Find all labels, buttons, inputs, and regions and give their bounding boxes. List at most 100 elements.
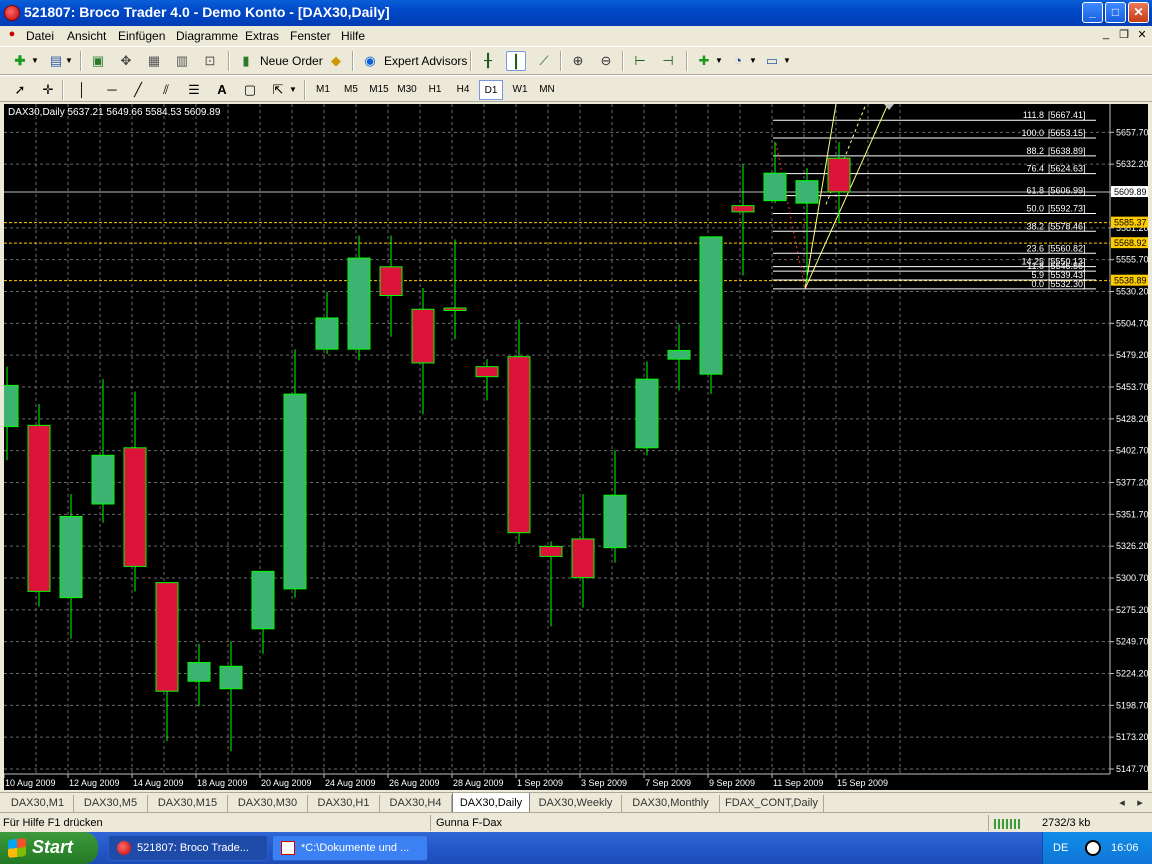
candle-body xyxy=(347,257,371,350)
fibonacci-icon[interactable]: ☰ xyxy=(184,80,204,100)
minimize-button[interactable]: _ xyxy=(1082,2,1103,23)
mdi-close-icon[interactable]: ✕ xyxy=(1134,28,1150,43)
menu-hilfe[interactable]: Hilfe xyxy=(341,29,365,43)
new-chart-icon[interactable]: ✚ xyxy=(10,51,30,71)
menu-datei[interactable]: Datei xyxy=(26,29,54,43)
expert-advisors-button[interactable]: Expert Advisors xyxy=(384,54,467,68)
data-window-icon[interactable]: ⊡ xyxy=(200,51,220,71)
templates-icon[interactable]: ▭ xyxy=(762,51,782,71)
crosshair-icon[interactable]: ✛ xyxy=(38,80,58,100)
task-editor[interactable]: *C:\Dokumente und ... xyxy=(272,835,428,861)
mdi-restore-icon[interactable]: ❐ xyxy=(1116,28,1132,43)
label-icon[interactable]: ▢ xyxy=(240,80,260,100)
tab-dax30-h1[interactable]: DAX30,H1 xyxy=(308,795,380,812)
channel-icon[interactable]: ⫽ xyxy=(156,80,176,100)
menu-diagramme[interactable]: Diagramme xyxy=(176,29,238,43)
menu-einfuegen[interactable]: Einfügen xyxy=(118,29,165,43)
tab-dax30-m1[interactable]: DAX30,M1 xyxy=(2,795,74,812)
document-icon xyxy=(281,841,295,855)
tab-dax30-monthly[interactable]: DAX30,Monthly xyxy=(622,795,720,812)
chevron-down-icon[interactable]: ▼ xyxy=(782,51,792,71)
profiles-icon[interactable]: ▤ xyxy=(46,51,66,71)
chart-window[interactable]: 111.8 [5667.41] 100.0 [5653.15] 88.2 [5638.89… xyxy=(4,104,1148,790)
timeframe-m5[interactable]: M5 xyxy=(340,80,362,100)
candle-body xyxy=(731,205,755,213)
market-watch-icon[interactable]: ▣ xyxy=(88,51,108,71)
price-marker-label: 5568.92 xyxy=(1114,238,1147,248)
trend-lines xyxy=(775,104,894,290)
start-label: Start xyxy=(32,837,74,857)
chart-shift-icon[interactable]: ⊣ xyxy=(658,51,678,71)
terminal-icon[interactable]: ▦ xyxy=(144,51,164,71)
tab-dax30-h4[interactable]: DAX30,H4 xyxy=(380,795,452,812)
line-chart-icon[interactable]: ⟋ xyxy=(534,51,554,71)
tab-dax30-m5[interactable]: DAX30,M5 xyxy=(74,795,148,812)
candle xyxy=(283,349,307,598)
timeframe-m15[interactable]: M15 xyxy=(366,80,392,100)
text-icon[interactable]: A xyxy=(212,80,232,100)
chevron-down-icon[interactable]: ▼ xyxy=(288,80,298,100)
auto-scroll-icon[interactable]: ⊢ xyxy=(630,51,650,71)
tab-scroll-left-icon[interactable]: ◂ xyxy=(1114,795,1130,812)
tab-fdax-cont-daily[interactable]: FDAX_CONT,Daily xyxy=(720,795,824,812)
periods-icon[interactable]: ◔ xyxy=(728,51,748,71)
arrows-icon[interactable]: ⇱ xyxy=(268,80,288,100)
timeframe-mn[interactable]: MN xyxy=(534,80,560,100)
chevron-down-icon[interactable]: ▼ xyxy=(64,51,74,71)
new-order-button[interactable]: Neue Order xyxy=(260,54,323,68)
navigator-icon[interactable]: ✥ xyxy=(116,51,136,71)
horizontal-line-icon[interactable]: ─ xyxy=(102,80,122,100)
candlestick-icon[interactable]: ┃ xyxy=(506,51,526,71)
chevron-down-icon[interactable]: ▼ xyxy=(714,51,724,71)
candle-body xyxy=(475,366,499,378)
tester-icon[interactable]: ▥ xyxy=(172,51,192,71)
warning-icon[interactable]: ◆ xyxy=(326,51,346,71)
tab-dax30-daily[interactable]: DAX30,Daily xyxy=(452,793,530,813)
language-indicator[interactable]: DE xyxy=(1053,842,1068,854)
price-label: 5326.20 xyxy=(1116,541,1148,551)
toolbar-separator xyxy=(622,51,624,71)
timeframe-m30[interactable]: M30 xyxy=(394,80,420,100)
candlestick-chart[interactable]: 111.8 [5667.41] 100.0 [5653.15] 88.2 [5638.89… xyxy=(4,104,1148,790)
mdi-minimize-icon[interactable]: _ xyxy=(1098,28,1114,43)
price-marker-label: 5538.89 xyxy=(1114,276,1147,286)
expert-advisors-icon[interactable]: ◉ xyxy=(360,51,380,71)
trendline-icon[interactable]: ╱ xyxy=(128,80,148,100)
chevron-down-icon[interactable]: ▼ xyxy=(30,51,40,71)
bar-chart-icon[interactable]: ╂ xyxy=(478,51,498,71)
timeframe-m1[interactable]: M1 xyxy=(312,80,334,100)
timeframe-d1[interactable]: D1 xyxy=(479,80,503,100)
date-label: 7 Sep 2009 xyxy=(645,778,691,788)
fib-level-label: 76.4 xyxy=(1026,164,1044,174)
new-order-icon[interactable]: ▮ xyxy=(236,51,256,71)
close-button[interactable]: ✕ xyxy=(1128,2,1149,23)
task-label: 521807: Broco Trade... xyxy=(137,842,249,854)
task-broco-trader[interactable]: 521807: Broco Trade... xyxy=(108,835,268,861)
price-label: 5275.20 xyxy=(1116,605,1148,615)
zoom-in-icon[interactable]: ⊕ xyxy=(568,51,588,71)
tab-scroll-right-icon[interactable]: ▸ xyxy=(1132,795,1148,812)
maximize-button[interactable]: □ xyxy=(1105,2,1126,23)
start-button[interactable]: Start xyxy=(0,832,98,864)
panda-icon[interactable] xyxy=(1085,840,1101,856)
timeframe-w1[interactable]: W1 xyxy=(508,80,532,100)
cursor-icon[interactable]: ➚ xyxy=(10,80,30,100)
zoom-out-icon[interactable]: ⊖ xyxy=(596,51,616,71)
timeframe-h4[interactable]: H4 xyxy=(452,80,474,100)
tab-dax30-m30[interactable]: DAX30,M30 xyxy=(228,795,308,812)
document-icon[interactable]: ● xyxy=(4,28,20,43)
tab-dax30-weekly[interactable]: DAX30,Weekly xyxy=(530,795,622,812)
timeframe-h1[interactable]: H1 xyxy=(424,80,446,100)
vertical-line-icon[interactable]: │ xyxy=(72,80,92,100)
candle xyxy=(603,450,627,563)
chevron-down-icon[interactable]: ▼ xyxy=(748,51,758,71)
fib-level-label: 88.2 xyxy=(1026,146,1044,156)
candle xyxy=(411,288,435,415)
fibonacci-retracement: 111.8 [5667.41] 100.0 [5653.15] 88.2 [5638.89… xyxy=(773,110,1096,290)
candle-body xyxy=(187,662,211,682)
menu-ansicht[interactable]: Ansicht xyxy=(67,29,106,43)
tab-dax30-m15[interactable]: DAX30,M15 xyxy=(148,795,228,812)
menu-extras[interactable]: Extras xyxy=(245,29,279,43)
menu-fenster[interactable]: Fenster xyxy=(290,29,331,43)
indicators-icon[interactable]: ✚ xyxy=(694,51,714,71)
